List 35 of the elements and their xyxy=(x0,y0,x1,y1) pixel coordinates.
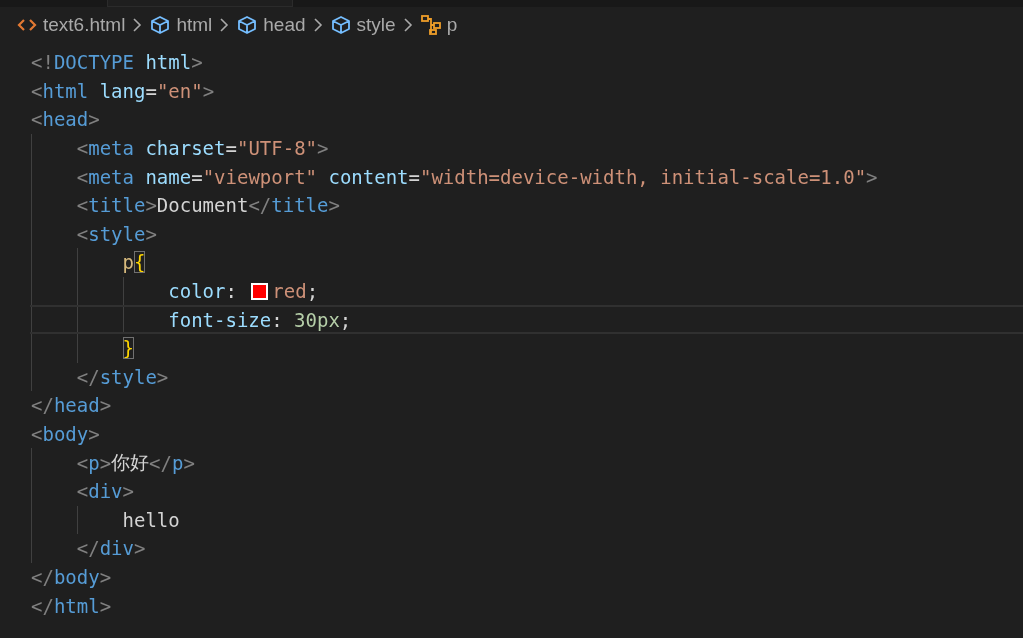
code-line: p{ xyxy=(122,250,147,276)
chevron-right-icon xyxy=(218,17,231,33)
code-line: <style> xyxy=(76,221,158,247)
breadcrumb-item[interactable]: style xyxy=(327,14,398,36)
cube-icon xyxy=(236,14,259,36)
code-line: </body> xyxy=(31,565,113,590)
code-line: <!DOCTYPE html> xyxy=(31,50,204,76)
code-line: <body> xyxy=(31,422,101,447)
code-line: <meta name="viewport" content="width=device-width, initial-scale=1.0"> xyxy=(76,164,879,190)
code-line: <meta charset="UTF-8"> xyxy=(76,136,330,162)
code-line: </style> xyxy=(76,364,170,390)
cube-icon xyxy=(149,14,172,36)
breadcrumb-item[interactable]: head xyxy=(234,14,308,36)
chevron-right-icon xyxy=(401,17,414,33)
code-line: </div> xyxy=(76,536,147,562)
chevron-right-icon xyxy=(131,17,144,33)
code-text: red; xyxy=(272,280,319,303)
code-line: } xyxy=(122,336,135,362)
code-line: <html lang="en"> xyxy=(31,78,216,104)
code-text: color: xyxy=(168,280,238,303)
breadcrumb-item[interactable]: html xyxy=(147,14,215,36)
chevron-right-icon xyxy=(311,17,324,33)
code-line: </html> xyxy=(31,593,113,619)
code-line: </head> xyxy=(31,393,113,419)
code-line: hello xyxy=(122,507,181,533)
code-line: <head> xyxy=(31,107,101,133)
color-swatch-icon[interactable] xyxy=(251,282,269,300)
code-line: <title>Document</title> xyxy=(76,193,341,219)
code-line: font-size: 30px; xyxy=(30,305,1023,334)
code-line: <div> xyxy=(76,479,135,505)
nodes-icon xyxy=(419,14,442,36)
code-line: <p>你好</p> xyxy=(76,449,196,476)
cube-icon xyxy=(329,14,352,36)
breadcrumb-item[interactable]: text6.html xyxy=(14,14,128,36)
breadcrumb-item[interactable]: p xyxy=(417,14,460,36)
